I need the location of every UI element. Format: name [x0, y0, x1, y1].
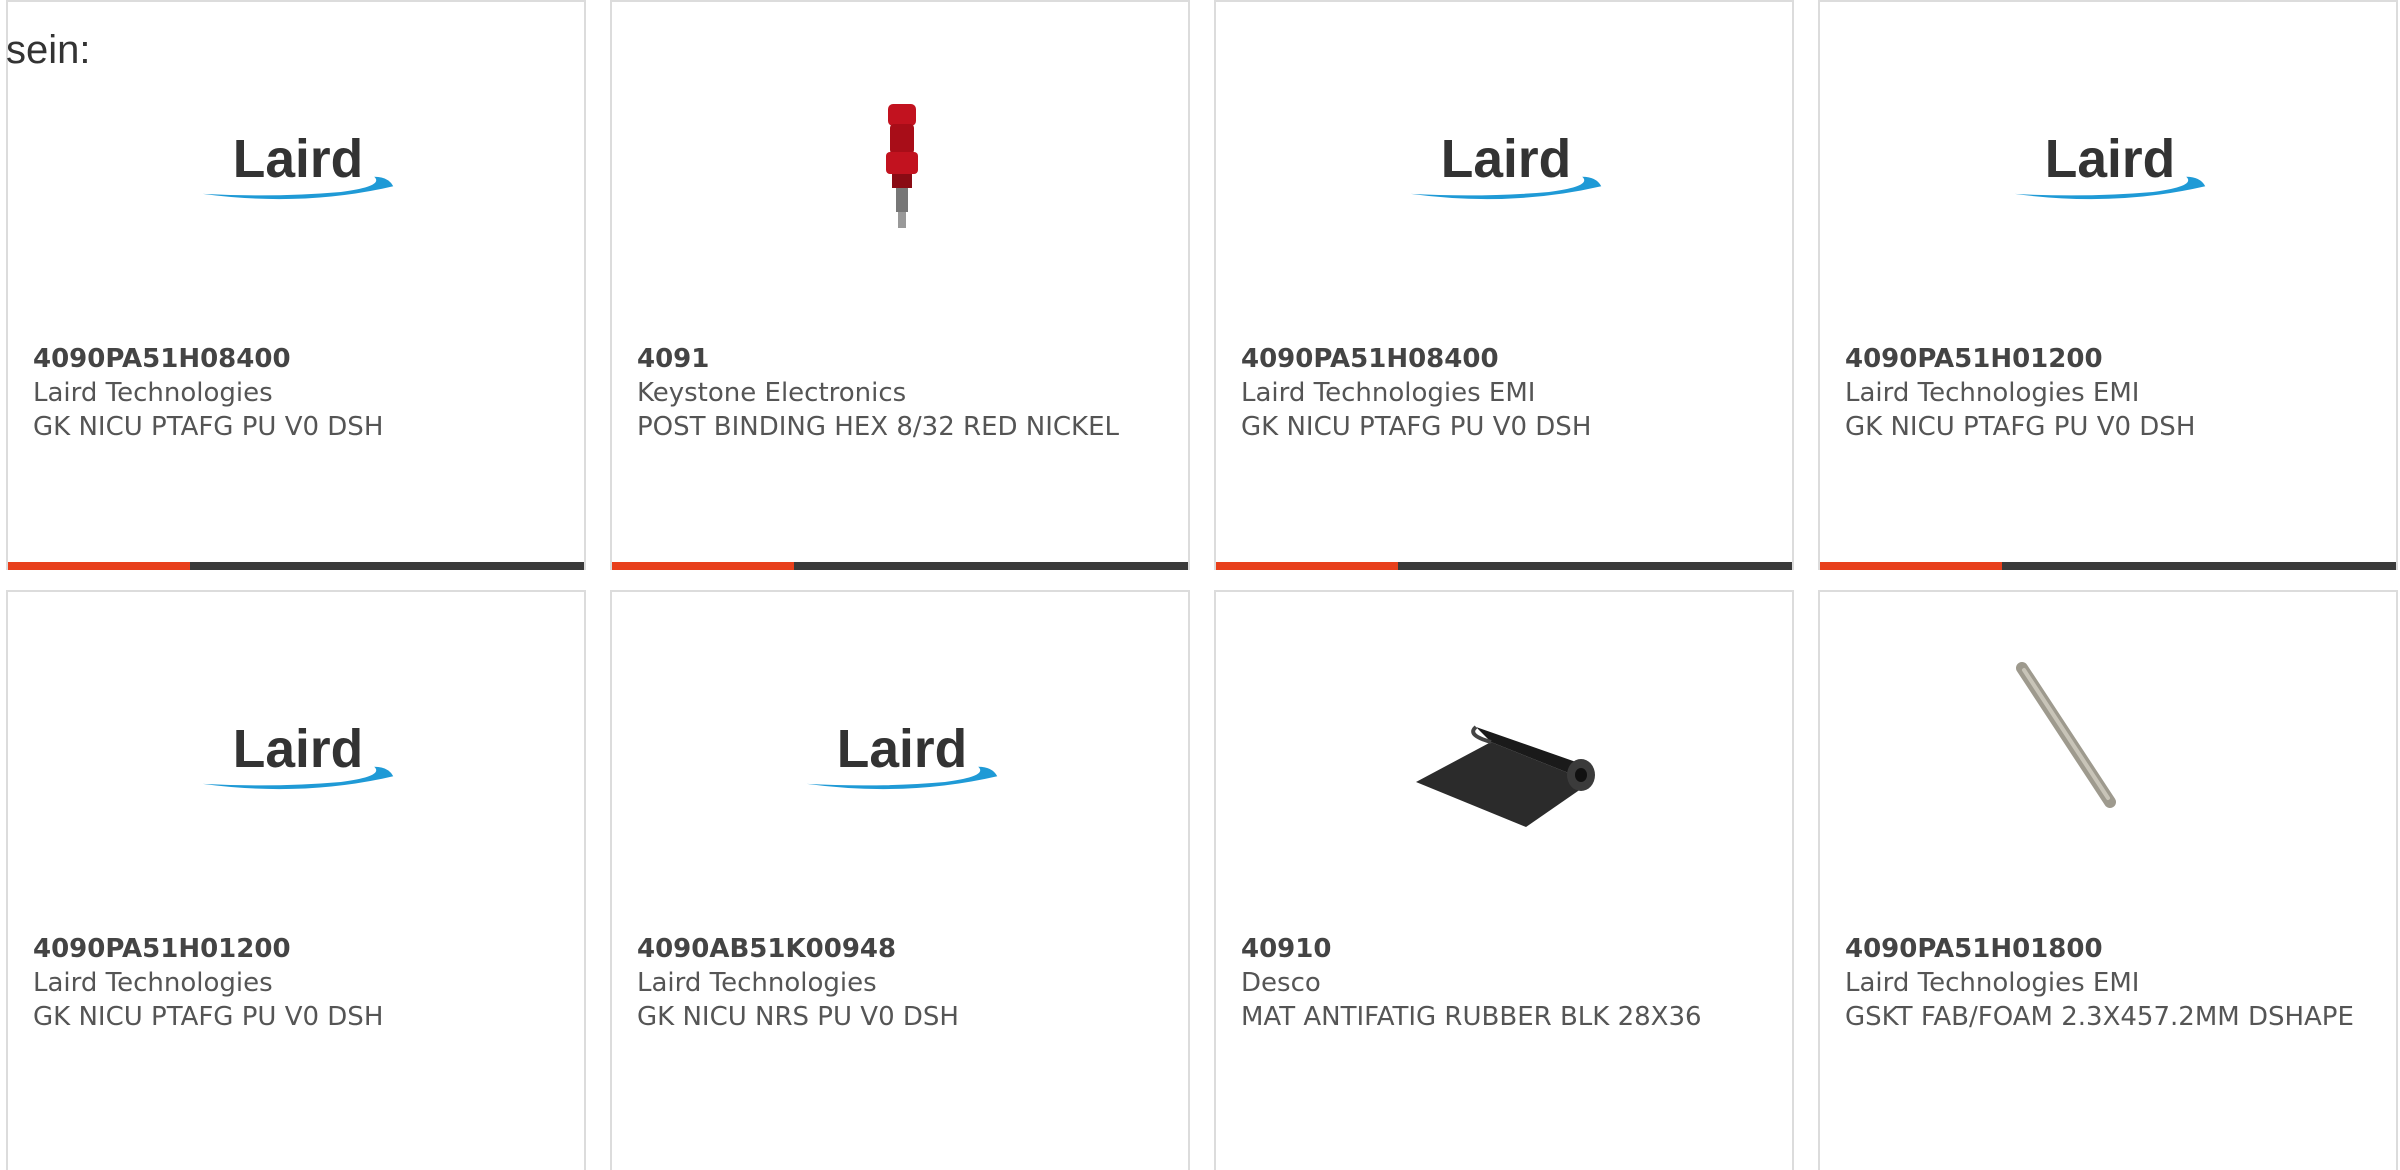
manufacturer: Laird Technologies — [637, 968, 877, 998]
description: POST BINDING HEX 8/32 RED NICKEL — [637, 412, 1120, 442]
card-progress-bar — [1216, 562, 1792, 570]
part-number[interactable]: 4090PA51H08400 — [1241, 342, 1767, 376]
product-card[interactable]: 4090PA51H01800 Laird Technologies EMI GS… — [1818, 590, 2398, 1170]
product-card[interactable]: Laird 4090PA51H08400 Laird Technologies … — [1214, 0, 1794, 570]
card-progress-bar — [612, 562, 1188, 570]
laird-logo: Laird — [802, 662, 1002, 862]
part-number[interactable]: 4090PA51H01800 — [1845, 932, 2371, 966]
binding-post-photo — [802, 72, 1002, 272]
product-card[interactable]: Laird 4090PA51H01200 Laird Technologies … — [6, 590, 586, 1170]
laird-logo: Laird — [198, 72, 398, 272]
description: GK NICU PTAFG PU V0 DSH — [33, 412, 384, 442]
manufacturer: Keystone Electronics — [637, 378, 907, 408]
description: GK NICU NRS PU V0 DSH — [637, 1002, 959, 1032]
manufacturer: Laird Technologies — [33, 968, 273, 998]
part-number[interactable]: 4090AB51K00948 — [637, 932, 1163, 966]
description: MAT ANTIFATIG RUBBER BLK 28X36 — [1241, 1002, 1702, 1032]
manufacturer: Laird Technologies EMI — [1845, 378, 2140, 408]
rubber-mat-photo — [1406, 662, 1606, 862]
manufacturer: Laird Technologies EMI — [1241, 378, 1536, 408]
description: GSKT FAB/FOAM 2.3X457.2MM DSHAPE — [1845, 1002, 2354, 1032]
product-card[interactable]: 40910 Desco MAT ANTIFATIG RUBBER BLK 28X… — [1214, 590, 1794, 1170]
manufacturer: Laird Technologies EMI — [1845, 968, 2140, 998]
product-card[interactable]: 4091 Keystone Electronics POST BINDING H… — [610, 0, 1190, 570]
manufacturer: Desco — [1241, 968, 1321, 998]
laird-logo-text: Laird — [1441, 137, 1571, 189]
part-number[interactable]: 4090PA51H08400 — [33, 342, 559, 376]
card-progress-bar — [8, 562, 584, 570]
part-number[interactable]: 4090PA51H01200 — [33, 932, 559, 966]
description: GK NICU PTAFG PU V0 DSH — [1241, 412, 1592, 442]
product-card[interactable]: Laird 4090PA51H01200 Laird Technologies … — [1818, 0, 2398, 570]
description: GK NICU PTAFG PU V0 DSH — [33, 1002, 384, 1032]
laird-logo-text: Laird — [233, 727, 363, 779]
part-number[interactable]: 40910 — [1241, 932, 1767, 966]
part-number[interactable]: 4090PA51H01200 — [1845, 342, 2371, 376]
intro-text: sein: — [6, 28, 91, 72]
product-card[interactable]: Laird 4090AB51K00948 Laird Technologies … — [610, 590, 1190, 1170]
laird-logo: Laird — [198, 662, 398, 862]
product-card[interactable]: Laird 4090PA51H08400 Laird Technologies … — [6, 0, 586, 570]
laird-logo-text: Laird — [233, 137, 363, 189]
laird-logo: Laird — [2010, 72, 2210, 272]
laird-logo-text: Laird — [2045, 137, 2175, 189]
card-progress-bar — [1820, 562, 2396, 570]
laird-logo-text: Laird — [837, 727, 967, 779]
manufacturer: Laird Technologies — [33, 378, 273, 408]
part-number[interactable]: 4091 — [637, 342, 1163, 376]
laird-logo: Laird — [1406, 72, 1606, 272]
description: GK NICU PTAFG PU V0 DSH — [1845, 412, 2196, 442]
gasket-rod-photo — [2010, 662, 2210, 862]
